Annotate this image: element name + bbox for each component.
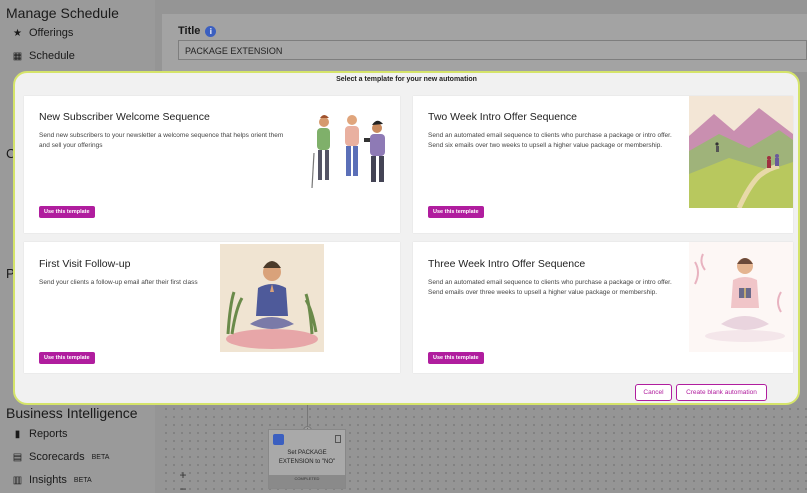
card-description: Send new subscribers to your newsletter … xyxy=(39,132,284,149)
template-card-three-week[interactable]: Three Week Intro Offer Sequence Send an … xyxy=(413,242,793,373)
welcome-people-illustration xyxy=(311,115,385,189)
zoom-in-button[interactable]: + xyxy=(177,469,189,481)
beta-badge: BETA xyxy=(91,453,110,461)
flow-node-status: COMPLETED xyxy=(269,475,345,488)
create-blank-automation-button[interactable]: Create blank automation xyxy=(676,384,767,401)
document-icon: ▤ xyxy=(12,451,23,463)
star-icon: ★ xyxy=(13,27,22,39)
template-modal: Select a template for your new automatio… xyxy=(13,71,800,405)
hiking-landscape-illustration xyxy=(689,96,793,208)
modal-title: Select a template for your new automatio… xyxy=(336,76,477,83)
card-title: First Visit Follow-up xyxy=(39,258,131,270)
manage-schedule-heading: Manage Schedule xyxy=(6,5,119,21)
book-icon: ▮ xyxy=(14,428,21,440)
template-card-welcome[interactable]: New Subscriber Welcome Sequence Send new… xyxy=(24,96,400,233)
sidebar-item-offerings[interactable]: ★ Offerings xyxy=(12,27,73,39)
sidebar-item-label: Scorecards xyxy=(29,451,85,463)
automation-canvas[interactable] xyxy=(162,405,807,493)
sidebar-item-reports[interactable]: ▮ Reports xyxy=(12,428,68,440)
card-description: Send an automated email sequence to clie… xyxy=(428,279,672,296)
card-description: Send your clients a follow-up email afte… xyxy=(39,279,198,286)
meditation-illustration xyxy=(220,244,324,352)
title-input[interactable]: PACKAGE EXTENSION xyxy=(178,40,807,60)
zoom-out-button[interactable]: − xyxy=(177,483,189,493)
use-template-button[interactable]: Use this template xyxy=(39,352,95,364)
card-title: Two Week Intro Offer Sequence xyxy=(428,111,578,123)
contact-icon xyxy=(273,434,284,445)
use-template-button[interactable]: Use this template xyxy=(428,352,484,364)
beta-badge: BETA xyxy=(73,476,92,484)
sidebar-item-label: Offerings xyxy=(29,27,74,39)
use-template-button[interactable]: Use this template xyxy=(428,206,484,218)
calendar-icon: ▦ xyxy=(12,50,23,62)
card-description: Send an automated email sequence to clie… xyxy=(428,132,672,149)
card-title: New Subscriber Welcome Sequence xyxy=(39,111,210,123)
template-card-first-visit[interactable]: First Visit Follow-up Send your clients … xyxy=(24,242,400,373)
sidebar-item-schedule[interactable]: ▦ Schedule xyxy=(12,50,75,62)
sidebar-item-insights[interactable]: ▥ Insights BETA xyxy=(12,474,92,486)
sidebar-item-label: Reports xyxy=(29,428,68,440)
cancel-button[interactable]: Cancel xyxy=(635,384,672,401)
sidebar-item-label: Insights xyxy=(29,474,67,486)
business-intelligence-heading: Business Intelligence xyxy=(6,405,138,421)
flow-node-label: Set PACKAGE EXTENSION to "NO" xyxy=(278,450,336,465)
title-label-text: Title xyxy=(178,25,201,37)
template-card-two-week[interactable]: Two Week Intro Offer Sequence Send an au… xyxy=(413,96,793,233)
sidebar-item-scorecards[interactable]: ▤ Scorecards BETA xyxy=(12,451,110,463)
use-template-button[interactable]: Use this template xyxy=(39,206,95,218)
document-icon xyxy=(335,435,341,443)
info-icon[interactable]: i xyxy=(205,25,217,37)
sidebar-item-label: Schedule xyxy=(29,50,75,62)
title-label: Title i xyxy=(178,25,217,37)
chart-icon: ▥ xyxy=(12,474,23,486)
card-title: Three Week Intro Offer Sequence xyxy=(428,258,586,270)
gift-meditation-illustration xyxy=(689,242,793,352)
flow-node-set-field[interactable]: Set PACKAGE EXTENSION to "NO" COMPLETED xyxy=(268,429,346,489)
